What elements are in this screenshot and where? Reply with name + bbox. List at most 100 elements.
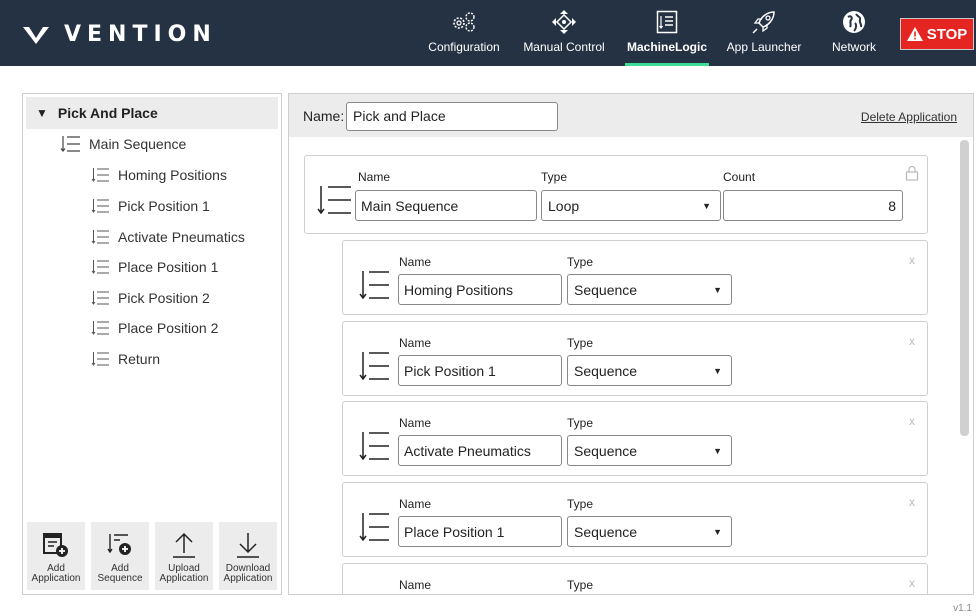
chevron-down-icon: ▼ bbox=[713, 285, 722, 295]
sequence-name-input[interactable]: Main Sequence bbox=[355, 190, 537, 221]
name-field-label: Name bbox=[399, 497, 432, 511]
tree-item-sequence[interactable]: Return bbox=[90, 348, 160, 370]
loop-count-input[interactable]: 8 bbox=[723, 190, 903, 221]
version-label: v1.1 bbox=[953, 603, 972, 614]
sequence-name-input[interactable]: Place Position 1 bbox=[398, 516, 562, 547]
close-icon[interactable]: x bbox=[909, 253, 915, 267]
close-icon[interactable]: x bbox=[909, 414, 915, 428]
sequence-type-select[interactable]: Sequence ▼ bbox=[567, 516, 732, 547]
type-field-label: Type bbox=[567, 578, 594, 592]
nav-app-launcher[interactable]: App Launcher bbox=[727, 0, 801, 66]
close-icon[interactable]: x bbox=[909, 495, 915, 509]
tree-item-label: Return bbox=[118, 351, 161, 367]
action-label: Add Sequence bbox=[97, 563, 143, 584]
sequence-type-select[interactable]: Sequence ▼ bbox=[567, 355, 732, 386]
close-icon[interactable]: x bbox=[909, 576, 915, 590]
application-name-input[interactable]: Pick and Place bbox=[346, 102, 558, 131]
collapse-triangle-icon[interactable]: ▼ bbox=[36, 106, 48, 120]
sequence-icon bbox=[359, 513, 389, 542]
vention-logo-icon bbox=[23, 26, 49, 44]
nav-manual-control[interactable]: Manual Control bbox=[518, 0, 610, 66]
active-tab-indicator bbox=[625, 63, 709, 66]
sequence-card: Name Type x bbox=[342, 563, 928, 594]
select-value: Sequence bbox=[574, 362, 638, 379]
stop-button[interactable]: STOP bbox=[900, 18, 974, 50]
sequence-icon bbox=[359, 352, 389, 381]
sequence-type-select[interactable]: Sequence ▼ bbox=[567, 274, 732, 305]
sequence-icon bbox=[91, 199, 109, 213]
add-sequence-button[interactable]: Add Sequence bbox=[91, 522, 149, 590]
sequence-icon bbox=[91, 260, 109, 274]
name-field-label: Name bbox=[358, 170, 391, 184]
tree-root-label: Pick And Place bbox=[57, 105, 158, 121]
application-header: Name: Pick and Place Delete Application bbox=[289, 94, 973, 137]
application-tree-panel: ▼ Pick And Place Main Sequence Homing Po… bbox=[22, 93, 282, 595]
tree-item-label: Activate Pneumatics bbox=[118, 229, 245, 245]
nav-label: Network bbox=[831, 40, 876, 54]
type-field-label: Type bbox=[541, 170, 568, 184]
sequence-icon bbox=[91, 291, 109, 305]
chevron-down-icon: ▼ bbox=[713, 366, 722, 376]
download-application-button[interactable]: Download Application bbox=[219, 522, 277, 590]
nav-machinelogic[interactable]: MachineLogic bbox=[625, 0, 709, 66]
crosshair-icon bbox=[551, 10, 577, 34]
chevron-down-icon: ▼ bbox=[702, 201, 711, 211]
type-field-label: Type bbox=[567, 416, 594, 430]
sequence-name-input[interactable]: Activate Pneumatics bbox=[398, 435, 562, 466]
type-field-label: Type bbox=[567, 336, 594, 350]
sequence-card: Name Type x Place Position 1 Sequence ▼ bbox=[342, 482, 928, 557]
tree-item-label: Pick Position 1 bbox=[118, 198, 210, 214]
logic-list-icon bbox=[656, 10, 678, 34]
nav-network[interactable]: Network bbox=[822, 0, 886, 66]
name-field-label: Name bbox=[399, 255, 432, 269]
application-editor-panel: Name: Pick and Place Delete Application … bbox=[288, 93, 974, 595]
nav-label: App Launcher bbox=[726, 40, 802, 54]
select-value: Sequence bbox=[574, 523, 638, 540]
tree-item-sequence[interactable]: Pick Position 2 bbox=[90, 287, 210, 309]
sequence-icon bbox=[91, 168, 109, 182]
upload-icon bbox=[171, 530, 197, 560]
lock-icon[interactable] bbox=[905, 165, 919, 181]
sidebar-action-bar: Add Application Add Sequence Upload Applica… bbox=[27, 522, 277, 590]
type-field-label: Type bbox=[567, 497, 594, 511]
tree-item-sequence[interactable]: Place Position 1 bbox=[90, 256, 218, 278]
type-field-label: Type bbox=[567, 255, 594, 269]
delete-application-link[interactable]: Delete Application bbox=[861, 110, 957, 124]
brand-logo: VENTION bbox=[22, 22, 217, 47]
tree-item-sequence[interactable]: Activate Pneumatics bbox=[90, 226, 245, 248]
tree-item-main-sequence[interactable]: Main Sequence bbox=[59, 133, 186, 155]
sequence-type-select[interactable]: Sequence ▼ bbox=[567, 435, 732, 466]
tree-item-label: Place Position 2 bbox=[118, 320, 219, 336]
tree-item-sequence[interactable]: Place Position 2 bbox=[90, 317, 218, 339]
name-field-label: Name bbox=[399, 336, 432, 350]
top-bar: VENTION Configuration Manual Control Mac… bbox=[0, 0, 976, 66]
upload-application-button[interactable]: Upload Application bbox=[155, 522, 213, 590]
tree-item-sequence[interactable]: Pick Position 1 bbox=[90, 195, 210, 217]
tree-item-label: Place Position 1 bbox=[118, 259, 219, 275]
sequence-icon bbox=[359, 432, 389, 461]
brand-name: VENTION bbox=[64, 22, 217, 47]
vertical-scrollbar[interactable] bbox=[960, 140, 969, 436]
select-value: Loop bbox=[548, 197, 580, 214]
tree-item-label: Main Sequence bbox=[89, 136, 187, 152]
sequence-name-input[interactable]: Homing Positions bbox=[398, 274, 562, 305]
sequence-card: Name Type x Homing Positions Sequence ▼ bbox=[342, 240, 928, 315]
sequence-icon bbox=[91, 321, 109, 335]
globe-icon bbox=[842, 10, 866, 34]
sequence-icon bbox=[317, 186, 351, 215]
close-icon[interactable]: x bbox=[909, 334, 915, 348]
chevron-down-icon: ▼ bbox=[713, 527, 722, 537]
add-application-button[interactable]: Add Application bbox=[27, 522, 85, 590]
tree-item-sequence[interactable]: Homing Positions bbox=[90, 164, 227, 186]
main-sequence-card: Name Type Count Main Sequence Loop ▼ 8 bbox=[304, 155, 928, 234]
nav-label: MachineLogic bbox=[626, 40, 707, 54]
count-field-label: Count bbox=[723, 170, 756, 184]
nav-configuration[interactable]: Configuration bbox=[424, 0, 504, 66]
action-label: Add Application bbox=[31, 563, 81, 584]
select-value: Sequence bbox=[574, 442, 638, 459]
application-name-label: Name: bbox=[303, 108, 345, 124]
sequence-name-input[interactable]: Pick Position 1 bbox=[398, 355, 562, 386]
sequence-type-select[interactable]: Loop ▼ bbox=[541, 190, 721, 221]
warning-icon bbox=[906, 27, 923, 41]
tree-root-application[interactable]: ▼ Pick And Place bbox=[26, 97, 278, 129]
